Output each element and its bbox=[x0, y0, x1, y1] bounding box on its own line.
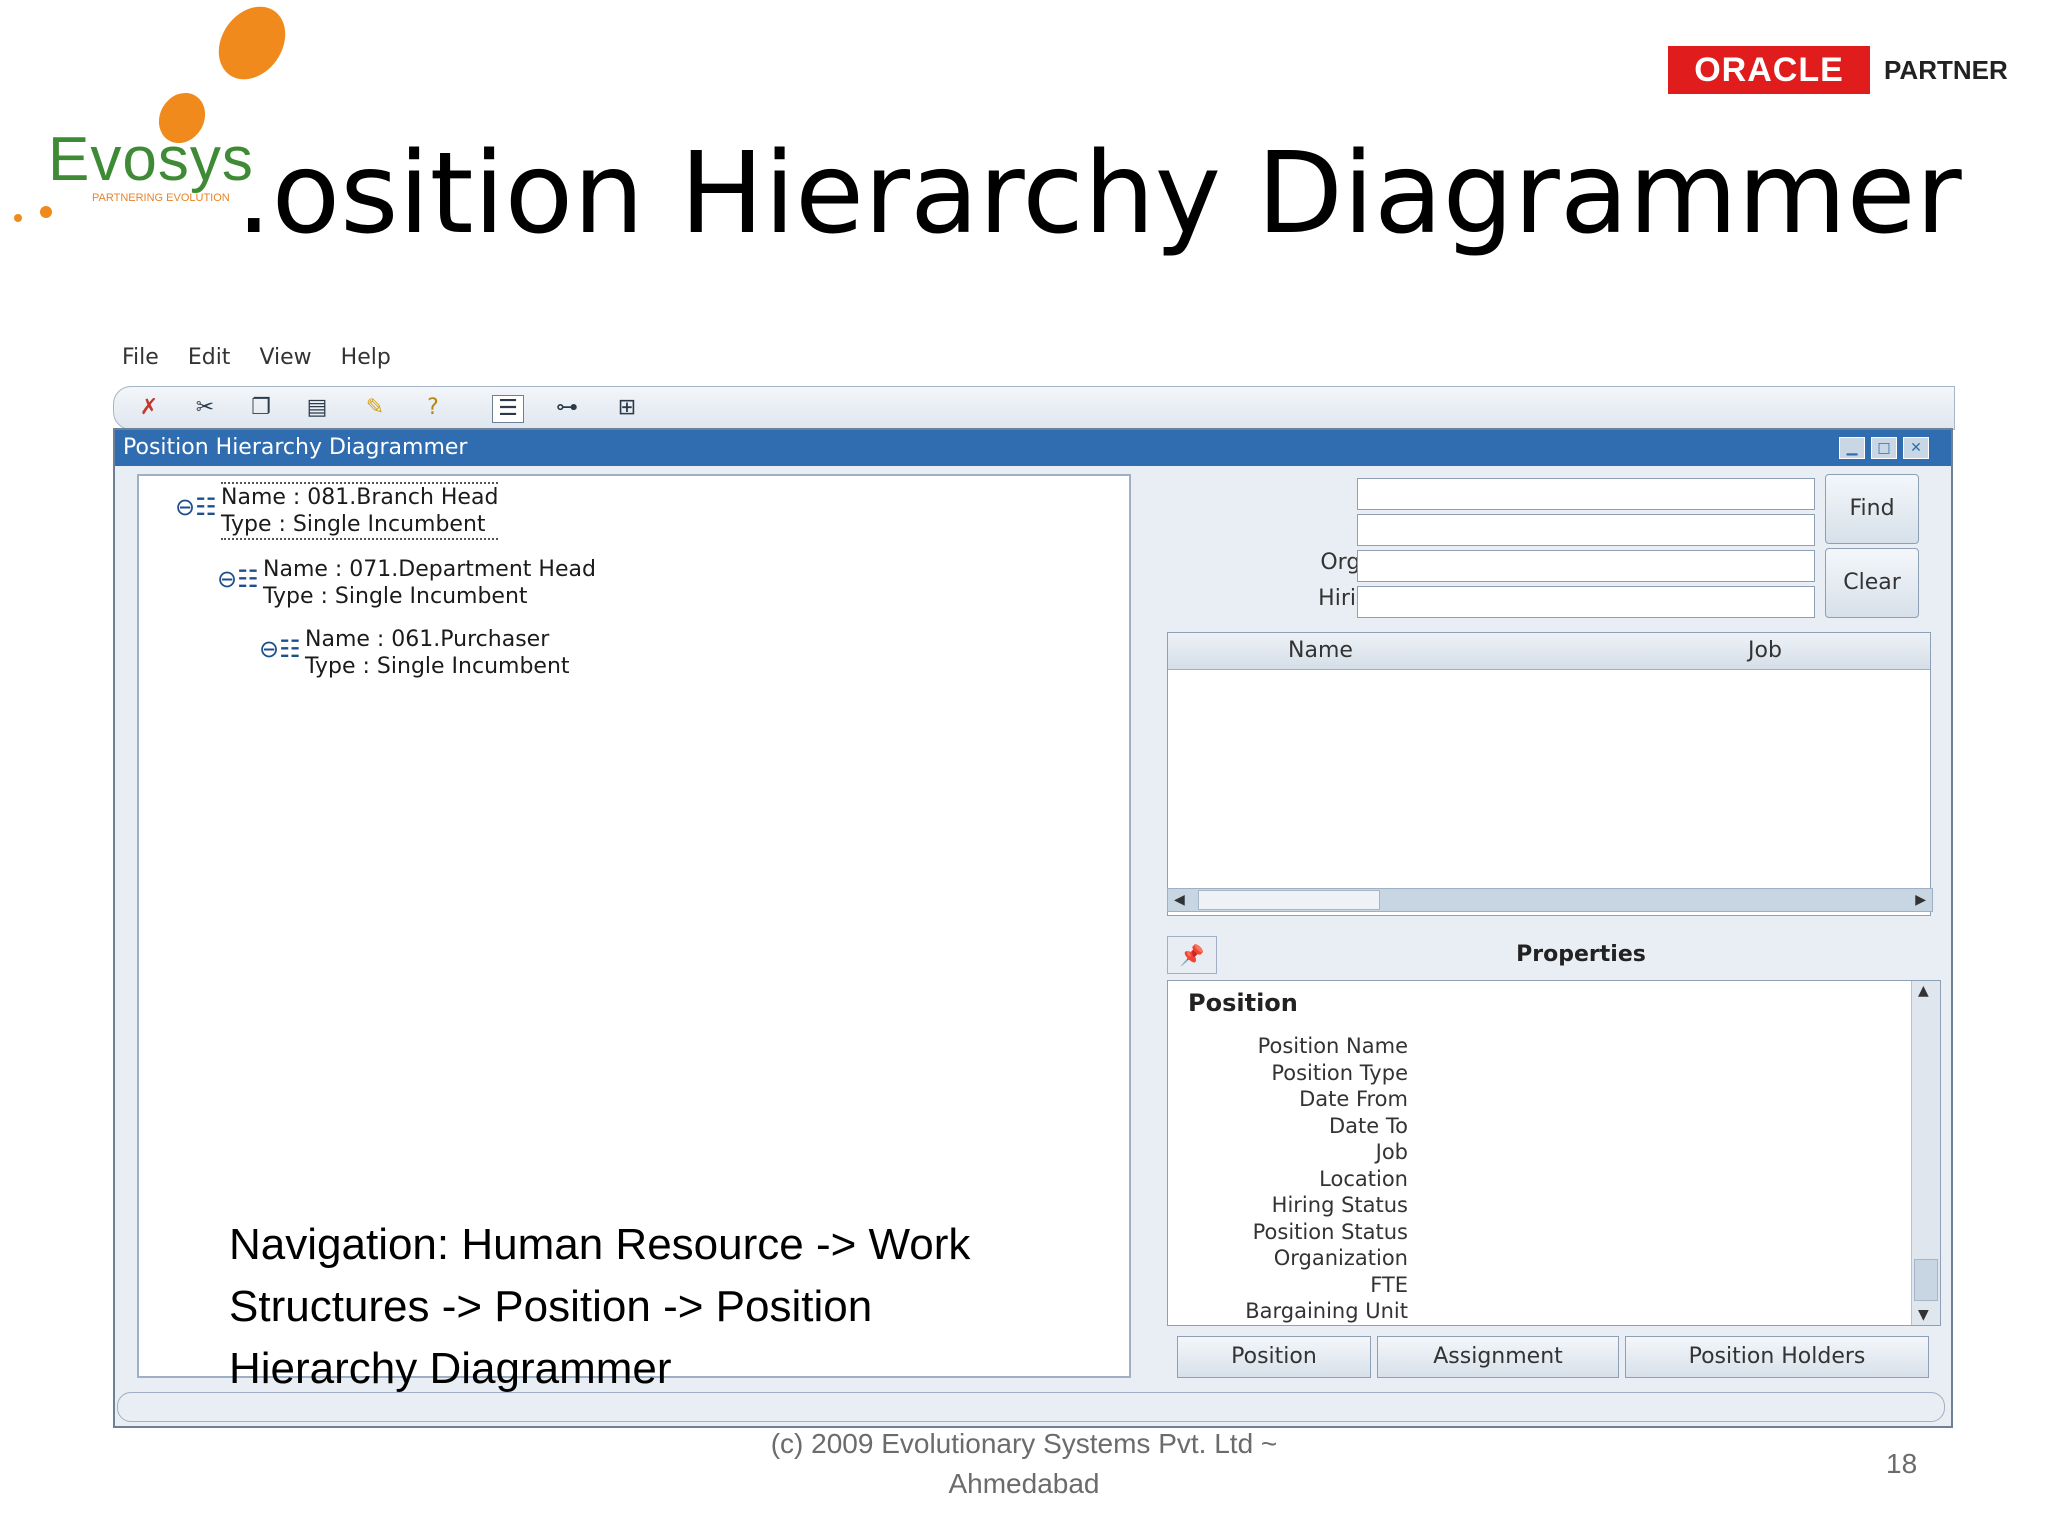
menu-file[interactable]: File bbox=[122, 345, 159, 370]
node-name: Name : 071.Department Head bbox=[263, 557, 596, 582]
clear-button[interactable]: Clear bbox=[1825, 548, 1919, 618]
window-titlebar: Position Hierarchy Diagrammer ▁ □ ✕ bbox=[115, 430, 1951, 466]
toolbar: ✗ ✂ ❐ ▤ ✎ ? ☰ ⊶ ⊞ bbox=[113, 386, 1955, 430]
node-type: Type : Single Incumbent bbox=[221, 512, 486, 537]
properties-title: Properties bbox=[1516, 942, 1646, 967]
node-type: Type : Single Incumbent bbox=[263, 584, 528, 609]
footer-location: Ahmedabad bbox=[948, 1468, 1100, 1499]
grid-header: Name Job bbox=[1168, 633, 1930, 670]
scroll-up-icon[interactable]: ▲ bbox=[1918, 983, 1929, 999]
scroll-right-icon[interactable]: ▶ bbox=[1915, 889, 1926, 911]
partner-label: PARTNER bbox=[1884, 55, 2008, 85]
scroll-thumb[interactable] bbox=[1914, 1259, 1938, 1301]
copy-icon[interactable]: ❐ bbox=[246, 395, 276, 421]
scroll-down-icon[interactable]: ▼ bbox=[1918, 1307, 1929, 1323]
tab-position[interactable]: Position bbox=[1177, 1336, 1371, 1378]
hierarchy-icon[interactable]: ⊞ bbox=[612, 395, 642, 421]
property-label: Location bbox=[1319, 1166, 1408, 1191]
menu-help[interactable]: Help bbox=[341, 345, 391, 370]
results-grid[interactable]: Name Job bbox=[1167, 632, 1931, 916]
cut-icon[interactable]: ✂ bbox=[190, 395, 220, 421]
node-name: Name : 061.Purchaser bbox=[305, 627, 550, 652]
page-number: 18 bbox=[1886, 1448, 1918, 1479]
column-name[interactable]: Name bbox=[1288, 633, 1353, 669]
properties-panel: Position Position Name Position Type Dat… bbox=[1167, 980, 1941, 1326]
name-field[interactable] bbox=[1357, 478, 1815, 510]
menu-view[interactable]: View bbox=[259, 345, 311, 370]
hiring-status-field[interactable] bbox=[1357, 586, 1815, 618]
find-button[interactable]: Find bbox=[1825, 474, 1919, 544]
property-label: Job bbox=[1375, 1140, 1408, 1164]
node-name: Name : 081.Branch Head bbox=[221, 485, 499, 510]
logo-tagline: PARTNERING EVOLUTION bbox=[92, 192, 230, 204]
tree-node[interactable]: ⊖☷ Name : 071.Department Head Type : Sin… bbox=[217, 556, 596, 610]
horizontal-scrollbar[interactable]: ◀ ▶ bbox=[1167, 888, 1933, 912]
property-label: Bargaining Unit bbox=[1245, 1299, 1408, 1323]
vertical-scrollbar[interactable]: ▲ ▼ bbox=[1911, 981, 1940, 1325]
edit-icon[interactable]: ✎ bbox=[360, 395, 390, 421]
column-job[interactable]: Job bbox=[1748, 633, 1782, 669]
footer: (c) 2009 Evolutionary Systems Pvt. Ltd ~… bbox=[700, 1424, 1348, 1504]
expand-icon[interactable]: ⊶ bbox=[552, 395, 582, 421]
footer-copyright: (c) 2009 Evolutionary Systems Pvt. Ltd ~ bbox=[770, 1428, 1278, 1459]
slide-title: .osition Hierarchy Diagrammer bbox=[236, 129, 1962, 259]
property-label: Hiring Status bbox=[1271, 1193, 1408, 1217]
menu-edit[interactable]: Edit bbox=[188, 345, 231, 370]
tree-view-icon[interactable]: ☰ bbox=[492, 395, 524, 423]
position-node-icon: ⊖☷ bbox=[259, 635, 301, 663]
logo-dot bbox=[40, 206, 52, 218]
tree-node[interactable]: ⊖☷ Name : 081.Branch Head Type : Single … bbox=[175, 482, 499, 540]
position-node-icon: ⊖☷ bbox=[217, 565, 259, 593]
property-label: Organization bbox=[1273, 1246, 1408, 1270]
properties-section: Position bbox=[1188, 989, 1298, 1017]
paste-icon[interactable]: ▤ bbox=[302, 395, 332, 421]
property-label: Position Type bbox=[1271, 1060, 1408, 1085]
tab-position-holders[interactable]: Position Holders bbox=[1625, 1336, 1929, 1378]
property-label: Position Name bbox=[1257, 1034, 1408, 1058]
tree-node[interactable]: ⊖☷ Name : 061.Purchaser Type : Single In… bbox=[259, 626, 570, 680]
property-label: Date From bbox=[1299, 1087, 1408, 1111]
organization-field[interactable] bbox=[1357, 550, 1815, 582]
window-title: Position Hierarchy Diagrammer bbox=[123, 435, 468, 460]
menu-bar: File Edit View Help bbox=[122, 345, 413, 379]
scroll-thumb[interactable] bbox=[1198, 890, 1380, 910]
property-label: FTE bbox=[1370, 1272, 1408, 1297]
pin-icon[interactable]: 📌 bbox=[1167, 936, 1217, 974]
maximize-icon[interactable]: □ bbox=[1871, 437, 1897, 459]
node-type: Type : Single Incumbent bbox=[305, 654, 570, 679]
minimize-icon[interactable]: ▁ bbox=[1839, 437, 1865, 459]
clear-record-icon[interactable]: ✗ bbox=[134, 395, 164, 421]
close-icon[interactable]: ✕ bbox=[1903, 437, 1929, 459]
property-label: Date To bbox=[1329, 1113, 1408, 1138]
property-label: Position Status bbox=[1252, 1219, 1408, 1244]
job-field[interactable] bbox=[1357, 514, 1815, 546]
logo-petal-large bbox=[205, 0, 299, 93]
help-icon[interactable]: ? bbox=[418, 395, 448, 421]
tab-assignment[interactable]: Assignment bbox=[1377, 1336, 1619, 1378]
position-node-icon: ⊖☷ bbox=[175, 493, 217, 521]
logo-wordmark: Evosys bbox=[48, 125, 254, 194]
navigation-note: Navigation: Human Resource -> Work Struc… bbox=[229, 1220, 971, 1393]
scroll-left-icon[interactable]: ◀ bbox=[1174, 889, 1185, 911]
oracle-logo: ORACLE bbox=[1668, 46, 1870, 94]
logo-dot-small bbox=[14, 214, 22, 222]
